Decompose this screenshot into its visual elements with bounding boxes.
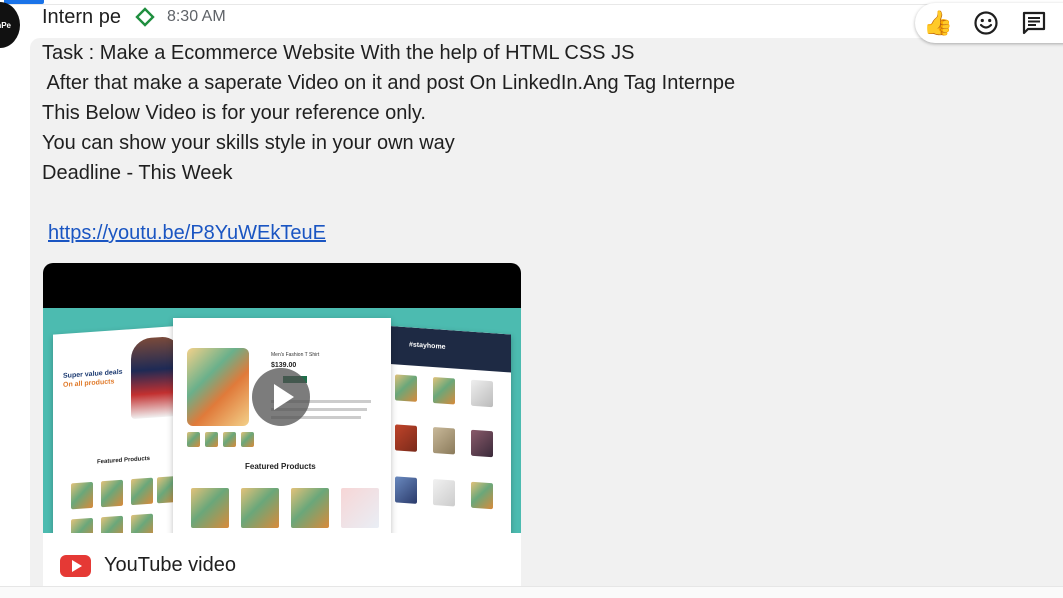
product-thumb [471, 429, 493, 458]
play-icon [274, 384, 294, 410]
message-line: You can show your skills style in your o… [42, 132, 455, 154]
product-thumb [433, 479, 455, 507]
timestamp: 8:30 AM [166, 8, 226, 25]
chat-view: nPe Intern pe 8:30 AM 👍 [0, 0, 1063, 598]
product-thumb [131, 477, 153, 506]
product-thumb [395, 374, 417, 402]
product-thumb [191, 488, 229, 528]
active-indicator [4, 0, 44, 4]
video-thumbnail[interactable]: Super value deals On all products Featur… [43, 308, 521, 533]
product-name: Men's Fashion T Shirt [271, 352, 320, 358]
youtube-icon [60, 554, 91, 577]
hero-banner: #stayhome [383, 325, 511, 373]
product-thumb [71, 517, 93, 533]
verified-diamond-icon [135, 7, 155, 27]
play-button[interactable] [252, 368, 310, 426]
message-header: Intern pe 8:30 AM [42, 4, 226, 30]
reaction-toolbar: 👍 [915, 3, 1063, 43]
avatar[interactable]: nPe [0, 2, 20, 48]
product-thumb [395, 476, 417, 504]
video-letterbox [43, 263, 521, 308]
product-thumb [131, 513, 153, 533]
product-thumb [471, 379, 493, 408]
product-thumb [101, 479, 123, 508]
reply-in-thread-icon[interactable] [1017, 6, 1051, 40]
message-line: Deadline - This Week [42, 162, 233, 184]
message-line: Task : Make a Ecommerce Website With the… [42, 42, 635, 64]
thumbnail-mockup-left: Super value deals On all products Featur… [53, 325, 185, 533]
product-thumb [101, 515, 123, 533]
product-thumb [433, 377, 455, 405]
bottom-edge [0, 586, 1063, 598]
add-emoji-icon[interactable] [969, 6, 1003, 40]
message-line: After that make a saperate Video on it a… [42, 72, 736, 94]
product-image [187, 348, 249, 426]
featured-products-title: Featured Products [245, 462, 316, 471]
product-thumb [471, 481, 493, 510]
message-line: This Below Video is for your reference o… [42, 102, 426, 124]
video-preview-card[interactable]: Super value deals On all products Featur… [43, 263, 521, 598]
video-link[interactable]: https://youtu.be/P8YuWEkTeuE [48, 218, 326, 248]
product-thumb [223, 432, 236, 447]
thumbnail-mockup-right: #stayhome [383, 325, 511, 533]
message-body: Task : Make a Ecommerce Website With the… [42, 38, 862, 248]
product-thumb [341, 488, 379, 528]
product-thumb [395, 424, 417, 452]
product-thumb [291, 488, 329, 528]
product-thumb [205, 432, 218, 447]
avatar-text: nPe [0, 20, 11, 30]
product-thumb [241, 488, 279, 528]
product-thumb [187, 432, 200, 447]
featured-products-title: Featured Products [97, 455, 151, 466]
banner-text: Super value deals On all products [63, 368, 123, 390]
brand-title: #stayhome [409, 341, 446, 351]
video-source-label: YouTube video [104, 554, 236, 576]
thumbs-up-icon[interactable]: 👍 [921, 6, 955, 40]
product-thumb [433, 427, 455, 455]
product-thumb [71, 481, 93, 510]
sender-name[interactable]: Intern pe [42, 6, 121, 29]
product-thumb [241, 432, 254, 447]
